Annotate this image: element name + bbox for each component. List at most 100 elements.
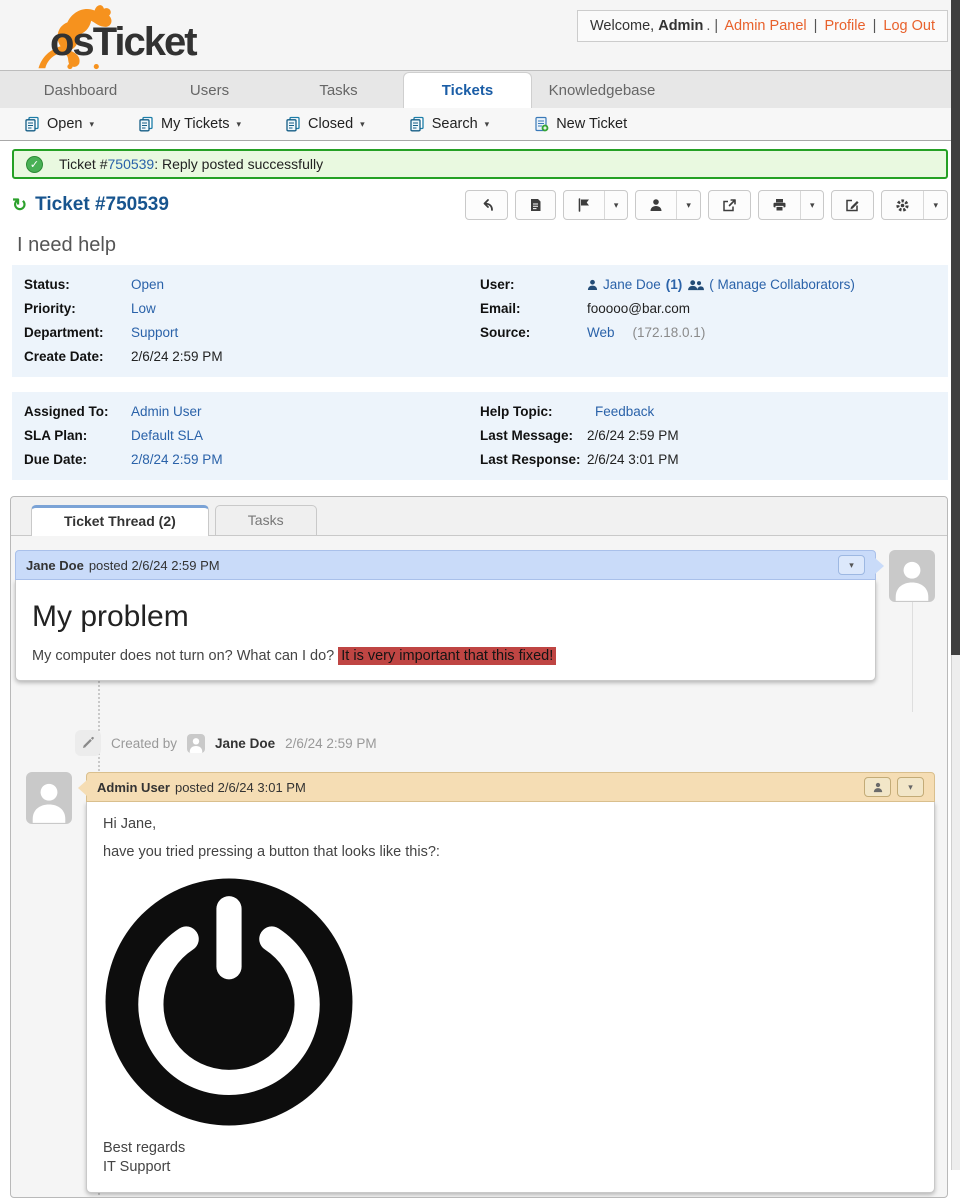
assigned-value[interactable]: Admin User [131, 400, 202, 424]
message-text: My computer does not turn on? What can I… [32, 648, 335, 664]
user-person-icon [587, 279, 598, 291]
message-options-button[interactable]: ▾ [838, 555, 865, 575]
settings-caret-button[interactable]: ▾ [923, 191, 947, 219]
tab-ticket-thread[interactable]: Ticket Thread (2) [31, 505, 209, 536]
flag-icon[interactable] [564, 191, 604, 219]
priority-value[interactable]: Low [131, 297, 156, 321]
tab-users[interactable]: Users [145, 73, 274, 108]
separator: . | [706, 18, 719, 34]
alert-message: Ticket #750539: Reply posted successfull… [59, 156, 323, 172]
ticket-subject: I need help [17, 234, 116, 256]
alert-suffix: : Reply posted successfully [154, 156, 324, 172]
note-button[interactable] [514, 190, 556, 220]
message-body: My problem My computer does not turn on?… [15, 580, 876, 681]
gear-icon[interactable] [882, 191, 923, 219]
logo-text: osTicket [50, 20, 198, 64]
scrollbar-thumb[interactable] [951, 0, 960, 655]
ticket-toolbar: ▾ ▾ ▾ ▾ [464, 190, 948, 220]
chevron-down-icon: ▾ [360, 118, 365, 129]
mini-avatar [187, 733, 206, 753]
subnav-closed-label: Closed [308, 116, 354, 132]
check-circle-icon: ✓ [26, 155, 43, 173]
tickets-stack-icon [285, 116, 301, 132]
ticket-info-table: Status: Open Priority: Low Department: Supp… [12, 265, 948, 377]
scrollbar-track[interactable] [951, 0, 960, 1170]
subnav-open[interactable]: Open ▾ [24, 116, 94, 132]
assigned-label: Assigned To: [24, 404, 109, 419]
department-value[interactable]: Support [131, 321, 178, 345]
alert-ticket-number-link[interactable]: 750539 [108, 156, 155, 172]
admin-panel-link[interactable]: Admin Panel [724, 18, 806, 34]
last-response-value: 2/6/24 3:01 PM [587, 452, 679, 467]
help-topic-value[interactable]: Feedback [595, 400, 654, 424]
thread-event-created: Created by Jane Doe 2/6/24 2:59 PM [75, 730, 935, 756]
logo-ticket: Ticket [92, 20, 198, 64]
print-caret-button[interactable]: ▾ [799, 191, 824, 219]
ticket-info-table-2: Assigned To: Admin User SLA Plan: Default … [12, 392, 948, 480]
message-user-button[interactable] [864, 777, 891, 797]
last-message-label: Last Message: [480, 428, 574, 443]
highlighted-text: It is very important that this fixed! [338, 647, 557, 665]
source-label: Source: [480, 325, 531, 340]
subnav-my-tickets-label: My Tickets [161, 116, 230, 132]
subnav-closed[interactable]: Closed ▾ [285, 116, 365, 132]
flag-caret-button[interactable]: ▾ [603, 191, 628, 219]
profile-link[interactable]: Profile [824, 18, 865, 34]
message-line: Hi Jane, [103, 816, 157, 832]
edit-button[interactable] [831, 190, 875, 220]
user-name-link[interactable]: Jane Doe [603, 273, 661, 297]
osticket-logo[interactable]: osTicket [6, 0, 246, 71]
avatar [26, 772, 72, 824]
ticket-header-row: ↻ Ticket #750539 ▾ ▾ ▾ ▾ [12, 190, 948, 220]
reply-button[interactable] [464, 190, 508, 220]
thread-body: Jane Doe posted 2/6/24 2:59 PM ▾ My prob… [11, 536, 947, 1197]
message-title: My problem [32, 600, 189, 633]
user-strip: Welcome, Admin. | Admin Panel | Profile … [576, 10, 948, 42]
tab-dashboard[interactable]: Dashboard [16, 73, 145, 108]
print-icon[interactable] [759, 191, 800, 219]
source-value[interactable]: Web [587, 321, 615, 345]
user-count: (1) [665, 277, 683, 292]
status-value[interactable]: Open [131, 273, 164, 297]
signature-line: Best regards [103, 1140, 186, 1156]
page-title: Ticket #750539 [35, 194, 169, 215]
assign-caret-button[interactable]: ▾ [676, 191, 700, 219]
separator: | [813, 18, 818, 34]
power-button-image [103, 876, 918, 1128]
due-date-value[interactable]: 2/8/24 2:59 PM [131, 448, 223, 472]
subnav-my-tickets[interactable]: My Tickets ▾ [138, 116, 241, 132]
due-date-label: Due Date: [24, 452, 88, 467]
source-ip: (172.18.0.1) [632, 325, 706, 340]
tab-tasks[interactable]: Tasks [214, 505, 317, 535]
email-label: Email: [480, 301, 521, 316]
subnav-search[interactable]: Search ▾ [409, 116, 489, 132]
logo-os: os [50, 20, 95, 64]
subnav-new-ticket[interactable]: New Ticket [533, 116, 627, 132]
message-author: Jane Doe [26, 557, 84, 573]
user-icon[interactable] [636, 191, 676, 219]
manage-collaborators-link[interactable]: ( Manage Collaborators) [709, 273, 855, 297]
transfer-button[interactable] [707, 190, 751, 220]
event-author: Jane Doe [215, 735, 276, 751]
message-line: have you tried pressing a button that lo… [103, 844, 440, 860]
tab-tasks[interactable]: Tasks [274, 73, 403, 108]
chevron-down-icon: ▾ [89, 118, 95, 129]
chevron-down-icon: ▾ [236, 118, 242, 129]
department-label: Department: [24, 325, 104, 340]
create-date-label: Create Date: [24, 349, 104, 364]
thread-message-admin: Admin User posted 2/6/24 3:01 PM ▾ Hi Ja… [15, 772, 935, 1193]
tab-tickets[interactable]: Tickets [403, 72, 532, 108]
avatar [889, 550, 935, 602]
last-response-label: Last Response: [480, 452, 581, 467]
tickets-stack-icon [24, 116, 40, 132]
message-options-button[interactable]: ▾ [897, 777, 924, 797]
success-alert: ✓ Ticket #750539: Reply posted successfu… [12, 149, 948, 179]
message-posted: posted 2/6/24 2:59 PM [88, 557, 220, 573]
subnav-search-label: Search [431, 116, 478, 132]
logout-link[interactable]: Log Out [883, 18, 935, 34]
refresh-icon[interactable]: ↻ [12, 195, 27, 216]
sla-value[interactable]: Default SLA [131, 424, 203, 448]
tab-knowledgebase[interactable]: Knowledgebase [532, 73, 672, 108]
chevron-down-icon: ▾ [484, 118, 490, 129]
pencil-icon [75, 730, 101, 756]
